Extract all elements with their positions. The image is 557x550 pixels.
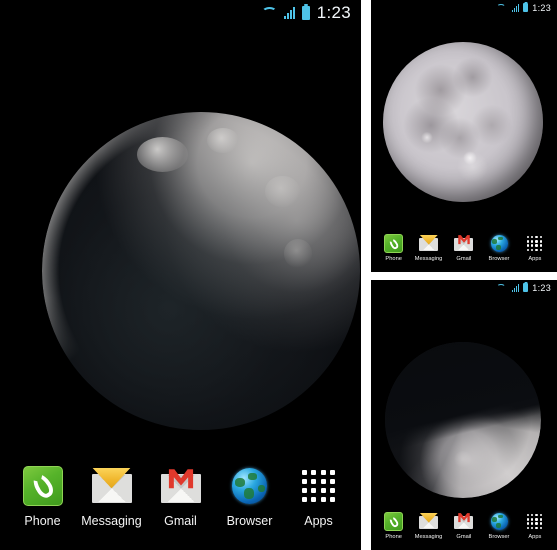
secondary-preview-panel-half-moon: 1:23 Phone Messaging Gmail Browser Apps <box>371 280 557 550</box>
wallpaper-moon-crescent <box>42 112 360 430</box>
status-bar: 1:23 <box>371 0 557 15</box>
dock-item-browser[interactable]: Browser <box>483 234 516 262</box>
main-preview-panel: 1:23 Phone Messaging Gmail Browser Apps <box>0 0 361 550</box>
dock-label: Phone <box>24 514 61 528</box>
wifi-icon <box>496 283 507 292</box>
signal-icon <box>283 7 295 19</box>
gmail-envelope-icon[interactable] <box>160 466 201 506</box>
dock-label: Messaging <box>414 534 443 540</box>
moon-lit-limb <box>42 112 360 430</box>
moon-disc <box>383 42 543 202</box>
dock-label: Messaging <box>414 256 443 262</box>
status-clock: 1:23 <box>532 2 551 13</box>
dock-item-apps[interactable]: Apps <box>518 234 551 262</box>
signal-icon <box>511 3 520 12</box>
wifi-icon <box>260 6 278 20</box>
dock-item-messaging[interactable]: Messaging <box>81 466 143 528</box>
battery-icon <box>523 3 529 12</box>
favorites-dock: Phone Messaging Gmail Browser Apps <box>371 234 557 262</box>
dock-label: Phone <box>385 256 402 262</box>
signal-icon <box>511 283 520 292</box>
dock-item-gmail[interactable]: Gmail <box>447 512 480 540</box>
battery-icon <box>523 283 529 292</box>
dock-label: Gmail <box>456 256 472 262</box>
apps-grid-icon[interactable] <box>299 466 339 506</box>
status-bar: 1:23 <box>371 280 557 295</box>
dock-label: Browser <box>488 534 510 540</box>
dock-label: Gmail <box>456 534 472 540</box>
dock-item-messaging[interactable]: Messaging <box>412 234 445 262</box>
dock-item-gmail[interactable]: Gmail <box>447 234 480 262</box>
dock-item-browser[interactable]: Browser <box>483 512 516 540</box>
dock-label: Phone <box>385 534 402 540</box>
favorites-dock: Phone Messaging Gmail Browser Apps <box>0 466 361 528</box>
dock-item-apps[interactable]: Apps <box>288 466 350 528</box>
gmail-envelope-icon[interactable] <box>454 512 474 531</box>
dock-item-apps[interactable]: Apps <box>518 512 551 540</box>
status-clock: 1:23 <box>532 282 551 293</box>
wallpaper-moon-full <box>383 42 543 202</box>
phone-icon[interactable] <box>22 466 63 506</box>
favorites-dock: Phone Messaging Gmail Browser Apps <box>371 512 557 540</box>
dock-item-browser[interactable]: Browser <box>219 466 281 528</box>
moon-crater <box>421 131 433 143</box>
dock-label: Browser <box>488 256 510 262</box>
messaging-envelope-icon[interactable] <box>91 466 132 506</box>
moon-crater-tycho <box>463 150 478 166</box>
apps-grid-icon[interactable] <box>525 234 544 253</box>
dock-item-phone[interactable]: Phone <box>377 512 410 540</box>
secondary-preview-panel-full-moon: 1:23 Phone Messaging Gmail Browser Apps <box>371 0 557 272</box>
dock-label: Apps <box>527 256 541 262</box>
wifi-icon <box>496 3 507 12</box>
screenshot-collage: 1:23 Phone Messaging Gmail Browser Apps … <box>0 0 557 550</box>
dock-item-phone[interactable]: Phone <box>377 234 410 262</box>
wallpaper-moon-half <box>385 342 541 498</box>
dock-label: Apps <box>304 514 333 528</box>
battery-icon <box>301 6 310 20</box>
dock-item-messaging[interactable]: Messaging <box>412 512 445 540</box>
apps-grid-icon[interactable] <box>525 512 544 531</box>
dock-label: Browser <box>226 514 273 528</box>
phone-icon[interactable] <box>384 512 404 531</box>
dock-item-gmail[interactable]: Gmail <box>150 466 212 528</box>
dock-item-phone[interactable]: Phone <box>12 466 74 528</box>
browser-globe-icon[interactable] <box>490 234 509 253</box>
gmail-envelope-icon[interactable] <box>454 234 474 253</box>
messaging-envelope-icon[interactable] <box>419 234 439 253</box>
dock-label: Apps <box>527 534 541 540</box>
dock-label: Gmail <box>164 514 197 528</box>
phone-icon[interactable] <box>384 234 404 253</box>
browser-globe-icon[interactable] <box>230 466 270 506</box>
status-bar: 1:23 <box>0 0 361 26</box>
messaging-envelope-icon[interactable] <box>419 512 439 531</box>
dock-label: Messaging <box>81 514 142 528</box>
status-clock: 1:23 <box>316 3 351 22</box>
browser-globe-icon[interactable] <box>490 512 509 531</box>
moon-terminator <box>385 342 541 498</box>
